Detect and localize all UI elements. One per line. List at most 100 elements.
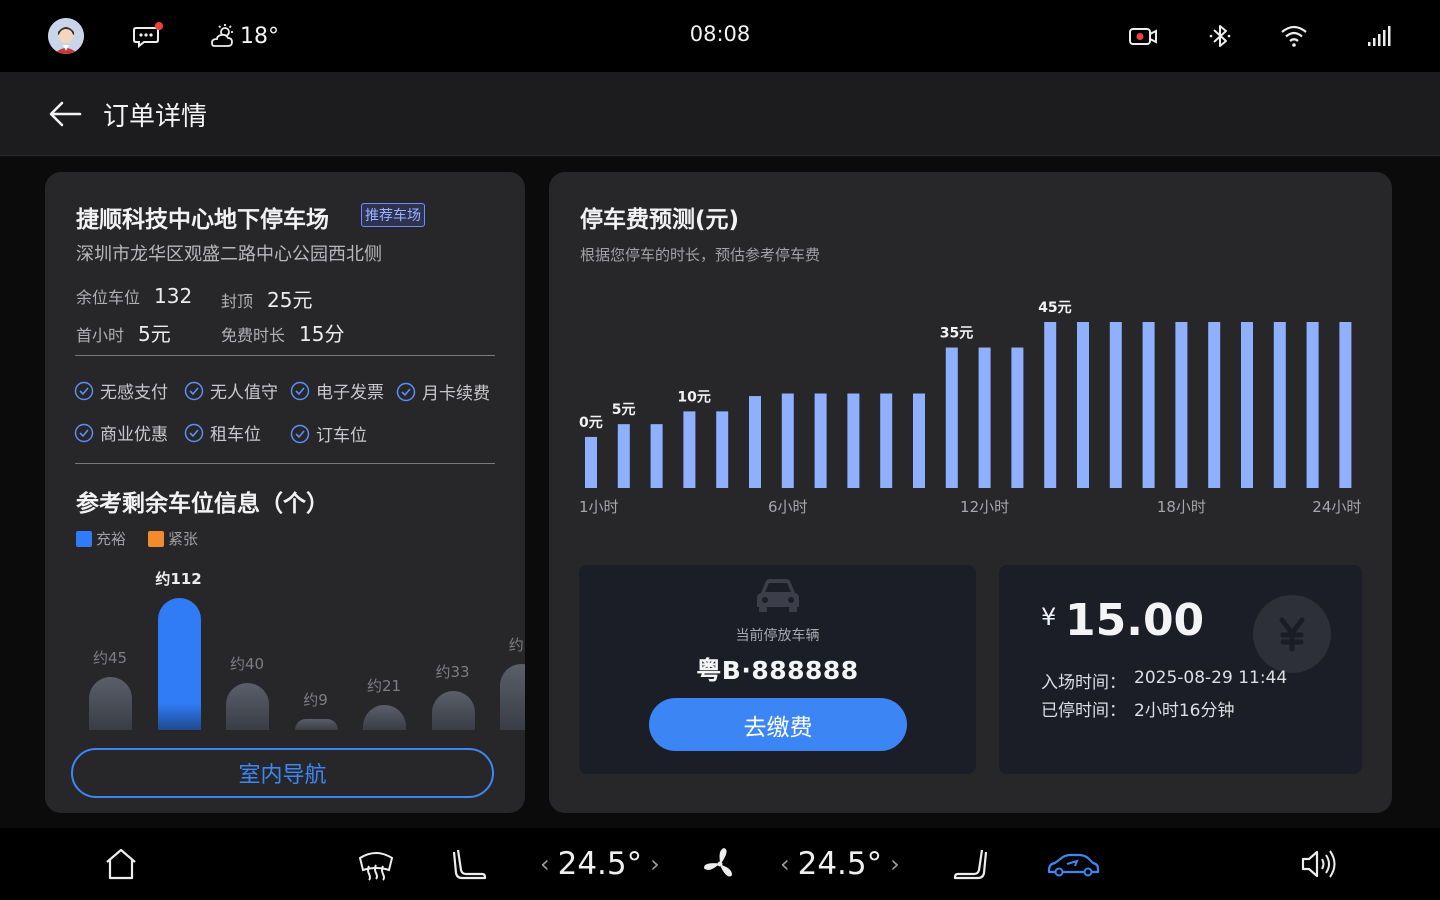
divider xyxy=(75,463,495,464)
user-avatar[interactable] xyxy=(48,18,84,54)
stat-first-hour: 首小时 5元 xyxy=(76,318,171,347)
bluetooth-icon[interactable] xyxy=(1205,22,1235,50)
parking-lot-name: 捷顺科技中心地下停车场 xyxy=(76,207,329,233)
feature-label: 商业优惠 xyxy=(100,425,168,445)
legend-swatch xyxy=(148,530,165,547)
space-info-legend: 充裕 紧张 xyxy=(76,528,198,549)
feature-label: 电子发票 xyxy=(316,383,384,403)
amount-due: 15.00 xyxy=(1065,595,1205,646)
space-bar-label: 约112 xyxy=(155,570,202,588)
message-icon[interactable] xyxy=(132,22,164,50)
divider xyxy=(75,355,495,356)
check-circle-icon xyxy=(74,423,94,442)
legend-item-ample: 充裕 xyxy=(76,528,126,549)
feature-item: 无感支付 xyxy=(74,378,168,403)
weather[interactable]: 18° xyxy=(208,22,279,50)
space-bar-label: 约9 xyxy=(303,691,328,709)
fee-x-tick-label: 6小时 xyxy=(768,498,808,516)
fee-x-tick-label: 12小时 xyxy=(960,498,1009,516)
check-circle-icon xyxy=(290,424,310,443)
dashcam-icon[interactable] xyxy=(1128,22,1158,50)
weather-temperature: 18° xyxy=(240,23,279,49)
parked-duration-label: 已停时间： xyxy=(1041,701,1126,721)
page-title: 订单详情 xyxy=(103,102,208,132)
fee-bar xyxy=(650,424,663,488)
indoor-navigation-button[interactable]: 室内导航 xyxy=(71,748,494,798)
check-circle-icon xyxy=(396,382,416,401)
entry-time-row: 入场时间： 2025-08-29 11:44 xyxy=(1041,668,1287,693)
seat-heating-left-icon[interactable] xyxy=(450,846,490,882)
space-bar-label: 约40 xyxy=(229,655,265,673)
currency-symbol: ¥ xyxy=(1041,603,1057,631)
fee-data-label: 10元 xyxy=(677,389,710,405)
fee-bar xyxy=(781,393,794,488)
stat-label: 封顶 xyxy=(221,292,254,311)
stat-label: 首小时 xyxy=(76,326,125,345)
temp-increase-left-icon[interactable]: › xyxy=(650,850,660,878)
feature-item: 电子发票 xyxy=(290,378,384,403)
right-temperature-control: ‹ 24.5° › xyxy=(780,846,900,882)
stat-available-spaces: 余位车位 132 xyxy=(76,284,192,308)
space-info-title: 参考剩余车位信息（个） xyxy=(76,491,329,517)
current-vehicle-label: 当前停放车辆 xyxy=(735,628,820,644)
fee-bar xyxy=(1044,322,1057,488)
recommended-badge: 推荐车场 xyxy=(361,203,425,227)
fee-forecast-card: 停车费预测(元) 根据您停车的时长，预估参考停车费 0元 5元 10元 35元 45元 1… xyxy=(549,172,1392,813)
fee-bar xyxy=(585,436,597,488)
stat-label: 免费时长 xyxy=(221,326,286,345)
signal-icon xyxy=(1364,22,1394,50)
stat-value: 132 xyxy=(154,284,193,308)
fee-bar xyxy=(880,393,893,488)
feature-label: 无人值守 xyxy=(210,383,278,403)
feature-label: 订车位 xyxy=(316,426,367,446)
feature-label: 月卡续费 xyxy=(422,384,490,404)
volume-icon[interactable] xyxy=(1299,846,1339,882)
fee-bar xyxy=(913,393,925,488)
parking-lot-card: 捷顺科技中心地下停车场 推荐车场 深圳市龙华区观盛二路中心公园西北侧 余位车位 … xyxy=(45,172,525,813)
bottom-dock: ‹ 24.5° › ‹ 24.5° › xyxy=(0,828,1440,900)
rear-defrost-icon[interactable] xyxy=(356,846,396,882)
pay-button[interactable]: 去缴费 xyxy=(649,698,907,751)
left-temperature: 24.5° xyxy=(557,846,643,882)
fee-bar xyxy=(683,411,696,488)
space-bar-label: 约33 xyxy=(435,663,470,681)
space-bar xyxy=(157,598,201,730)
space-bar xyxy=(294,719,338,730)
fee-bar xyxy=(716,411,729,488)
temp-decrease-left-icon[interactable]: ‹ xyxy=(540,850,550,878)
fee-bar xyxy=(814,393,827,488)
vehicle-icon[interactable] xyxy=(1045,846,1101,882)
stat-price-cap: 封顶 25元 xyxy=(221,284,312,313)
fee-bar xyxy=(1306,322,1319,488)
fee-bar xyxy=(1208,322,1221,488)
fee-forecast-chart: 0元 5元 10元 35元 45元 1小时 6小时 12小时 18小时 24小时 xyxy=(579,300,1361,516)
left-temperature-control: ‹ 24.5° › xyxy=(540,846,660,882)
home-icon[interactable] xyxy=(101,846,141,882)
fee-bar xyxy=(1109,322,1122,488)
fee-bar xyxy=(1077,322,1089,488)
seat-heating-right-icon[interactable] xyxy=(950,846,990,882)
legend-item-tight: 紧张 xyxy=(148,528,198,549)
feature-item: 订车位 xyxy=(290,421,367,446)
check-circle-icon xyxy=(74,381,94,400)
legend-swatch xyxy=(76,530,92,547)
back-button[interactable] xyxy=(44,94,88,134)
fee-forecast-subtitle: 根据您停车的时长，预估参考停车费 xyxy=(580,246,821,264)
feature-label: 无感支付 xyxy=(100,383,168,403)
feature-item: 商业优惠 xyxy=(74,420,168,445)
fan-icon[interactable] xyxy=(700,846,740,882)
temp-increase-right-icon[interactable]: › xyxy=(890,850,900,878)
partly-cloudy-icon xyxy=(211,24,233,47)
temp-decrease-right-icon[interactable]: ‹ xyxy=(780,850,790,878)
stat-value: 5元 xyxy=(138,322,171,346)
stat-value: 25元 xyxy=(267,288,313,312)
fee-bar xyxy=(1241,322,1253,488)
yen-icon xyxy=(1253,595,1331,673)
current-vehicle-panel: 当前停放车辆 粤B·888888 去缴费 xyxy=(579,565,976,774)
fee-forecast-title: 停车费预测(元) xyxy=(580,207,740,233)
space-bar-label: 约3 xyxy=(508,636,525,654)
space-bar xyxy=(89,677,132,730)
space-bar xyxy=(500,664,525,730)
wifi-icon[interactable] xyxy=(1279,22,1309,50)
feature-item: 租车位 xyxy=(184,420,261,445)
